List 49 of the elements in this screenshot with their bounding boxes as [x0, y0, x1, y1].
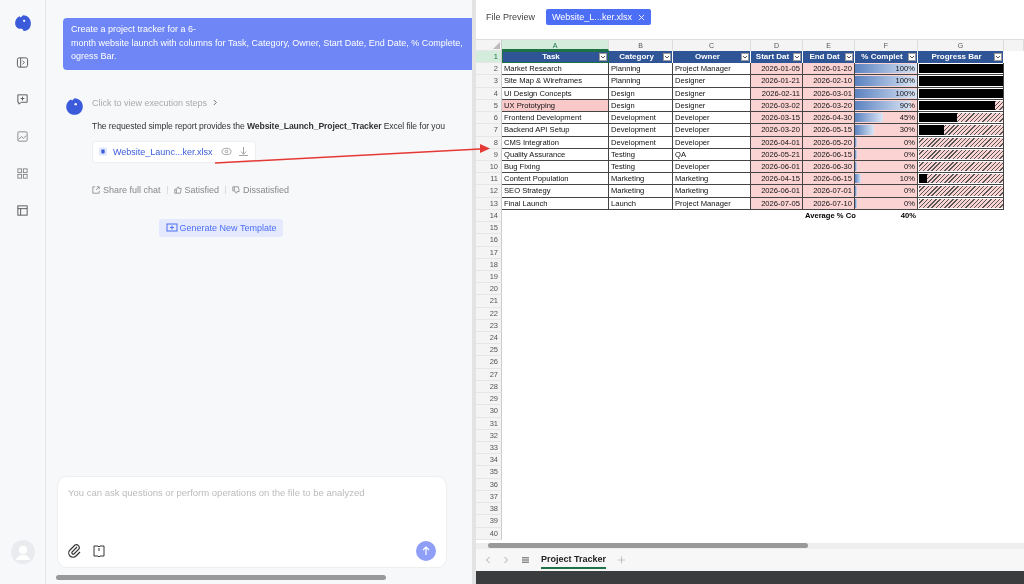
filter-dropdown-icon[interactable] — [994, 53, 1002, 61]
sheet-scrollbar[interactable] — [476, 542, 1024, 549]
panel-toggle-icon[interactable] — [16, 56, 29, 69]
file-preview-title: File Preview — [486, 12, 535, 22]
table-header-cell: Category — [609, 51, 673, 64]
satisfied-button[interactable]: Satisfied — [173, 184, 220, 195]
sheet-tab[interactable]: Project Tracker — [541, 550, 607, 569]
filter-dropdown-icon[interactable] — [908, 53, 916, 61]
add-template-icon — [165, 222, 178, 233]
assistant-avatar-icon — [65, 95, 84, 117]
table-header-cell: Progress Bar — [918, 51, 1004, 64]
paperclip-icon[interactable] — [68, 544, 82, 558]
filter-dropdown-icon[interactable] — [599, 53, 607, 61]
book-icon[interactable] — [92, 544, 106, 558]
close-icon[interactable] — [637, 13, 645, 21]
table-header-cell: Owner — [673, 51, 751, 64]
new-chat-icon[interactable] — [16, 93, 29, 106]
user-message: Create a project tracker for a 6- month website launch with columns for Task, Category, Owner, Start Date, End Date, % Complete, ogress Bar. — [63, 18, 472, 70]
table-header-cell: % Complet — [855, 51, 918, 64]
document-icon — [99, 147, 107, 156]
dissatisfied-button[interactable]: Dissatisfied — [232, 184, 290, 195]
menu-icon[interactable] — [522, 555, 529, 564]
image-icon[interactable] — [16, 130, 29, 143]
download-icon[interactable] — [238, 147, 250, 156]
filter-dropdown-icon[interactable] — [741, 53, 749, 61]
file-link[interactable]: Website_Launc...ker.xlsx — [113, 146, 213, 157]
eye-icon[interactable] — [221, 147, 233, 156]
message-input[interactable]: You can ask questions or perform operations on the file to be analyzed — [68, 487, 436, 541]
table-header-cell: Task — [502, 51, 609, 64]
progress-remainder — [994, 100, 1003, 111]
filter-dropdown-icon[interactable] — [663, 53, 671, 61]
message-input-box[interactable]: You can ask questions or perform operations on the file to be analyzed — [57, 476, 447, 568]
grid-icon[interactable] — [16, 167, 29, 180]
generate-template-button[interactable]: Generate New Template — [158, 218, 284, 237]
table-header-cell: End Dat — [803, 51, 855, 64]
layout-icon[interactable] — [16, 204, 29, 217]
logo-icon[interactable] — [13, 14, 32, 32]
filter-dropdown-icon[interactable] — [793, 53, 801, 61]
thumbs-up-icon — [173, 185, 182, 194]
table-header-cell: Start Dat — [751, 51, 803, 64]
send-button[interactable] — [416, 541, 436, 561]
answer-text: The requested simple report provides the Website_Launch_Project_Tracker Excel file for you — [92, 120, 445, 131]
filter-dropdown-icon[interactable] — [845, 53, 853, 61]
share-button[interactable]: Share full chat — [92, 184, 161, 195]
share-icon — [92, 185, 100, 194]
arrow-up-icon — [421, 546, 431, 556]
file-tab[interactable]: Website_L...ker.xlsx — [546, 9, 651, 25]
chevron-right-icon — [213, 99, 219, 106]
thumbs-down-icon — [232, 185, 241, 194]
